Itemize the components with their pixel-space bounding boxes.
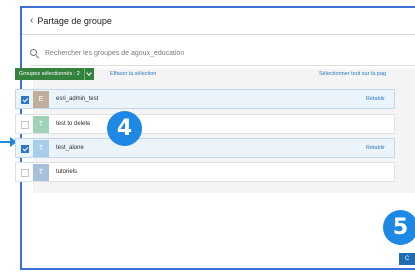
group-name: test_alone [56, 145, 84, 151]
group-checkbox[interactable] [21, 96, 29, 104]
selection-toolbar: Groupes sélectionnés : 2 Effacer la séle… [15, 68, 395, 80]
back-chevron-icon[interactable]: ‹ [30, 15, 33, 26]
group-checkbox[interactable] [21, 121, 29, 129]
chevron-down-icon [86, 70, 93, 76]
group-row[interactable]: T tutoriels [15, 162, 395, 182]
group-row[interactable]: T test to delete [15, 114, 395, 134]
clear-selection-link[interactable]: Effacer la sélection [110, 71, 156, 77]
group-row[interactable]: E esri_admin_test Rétablir [15, 89, 395, 109]
header-divider [22, 34, 415, 35]
footer-action-button[interactable]: C [399, 253, 415, 265]
group-thumbnail: T [33, 164, 49, 181]
group-thumbnail: T [33, 116, 49, 133]
group-thumbnail: E [33, 91, 49, 108]
step-number-badge: 4 [107, 111, 142, 146]
dialog-header: ‹ Partage de groupe [30, 15, 112, 26]
group-thumbnail: T [33, 140, 49, 157]
group-name: tutoriels [56, 169, 78, 175]
checkmark-icon [22, 145, 29, 152]
selected-groups-button[interactable]: Groupes sélectionnés : 2 [15, 68, 94, 80]
selected-groups-label[interactable]: Groupes sélectionnés : 2 [15, 68, 84, 80]
group-name: test to delete [56, 121, 91, 127]
restore-link[interactable]: Rétablir [366, 145, 385, 151]
group-search-field[interactable]: Rechercher les groupes de agoux_educatio… [30, 43, 415, 63]
search-divider [30, 65, 415, 66]
dialog-title: Partage de groupe [37, 15, 112, 26]
group-checkbox[interactable] [21, 145, 29, 153]
group-checkbox[interactable] [21, 169, 29, 177]
search-icon [30, 48, 40, 59]
group-row[interactable]: T test_alone Rétablir [15, 138, 395, 158]
step-number-badge: 5 [383, 210, 415, 245]
restore-link[interactable]: Rétablir [366, 96, 385, 102]
search-placeholder[interactable]: Rechercher les groupes de agoux_educatio… [45, 50, 184, 57]
selected-groups-dropdown[interactable] [83, 68, 94, 80]
select-all-link[interactable]: Sélectionner tout sur la pag [319, 71, 386, 77]
checkmark-icon [22, 96, 29, 103]
group-name: esri_admin_test [56, 96, 99, 102]
